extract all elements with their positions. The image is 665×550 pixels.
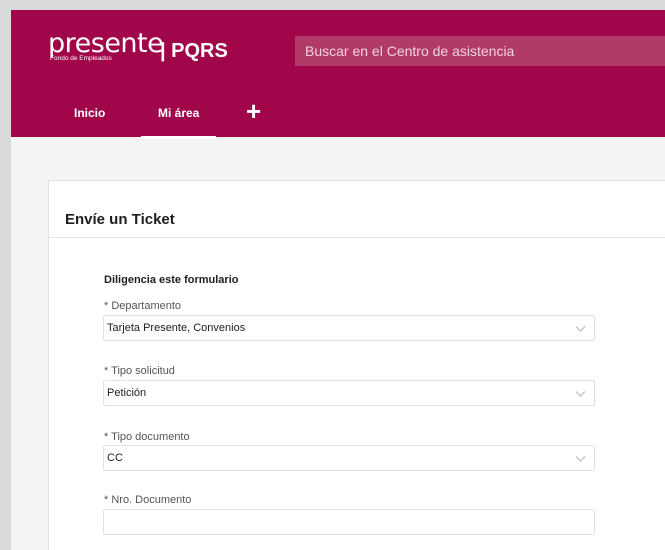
card-divider bbox=[49, 237, 665, 238]
form-title: Diligencia este formulario bbox=[104, 274, 239, 286]
chevron-down-icon bbox=[575, 326, 586, 332]
logo-subtitle: Fondo de Empleados bbox=[50, 55, 112, 62]
tipo-solicitud-select[interactable]: Petición bbox=[103, 380, 595, 406]
tipo-solicitud-label: * Tipo solicitud bbox=[104, 365, 175, 377]
ticket-card: Envíe un Ticket Diligencia este formular… bbox=[48, 180, 665, 550]
app-window: presente Fondo de Empleados | PQRS Inici… bbox=[11, 10, 665, 550]
presente-logo[interactable]: presente Fondo de Empleados bbox=[48, 28, 164, 63]
tipo-documento-select[interactable]: CC bbox=[103, 445, 595, 471]
departamento-select[interactable]: Tarjeta Presente, Convenios bbox=[103, 315, 595, 341]
tipo-documento-value: CC bbox=[107, 452, 123, 464]
chevron-down-icon bbox=[575, 456, 586, 462]
section-title: | PQRS bbox=[160, 40, 228, 62]
nav-item-mi-area[interactable]: Mi área bbox=[140, 102, 217, 139]
chevron-down-icon bbox=[575, 391, 586, 397]
tipo-documento-label: * Tipo documento bbox=[104, 431, 190, 443]
nro-documento-input[interactable] bbox=[103, 509, 595, 535]
nro-documento-label: * Nro. Documento bbox=[104, 494, 192, 506]
header-bar: presente Fondo de Empleados | PQRS Inici… bbox=[11, 10, 665, 139]
nav-item-inicio[interactable]: Inicio bbox=[74, 102, 105, 139]
departamento-value: Tarjeta Presente, Convenios bbox=[107, 322, 246, 334]
departamento-label: * Departamento bbox=[104, 300, 182, 312]
logo-wordmark: presente bbox=[48, 28, 164, 59]
plus-icon[interactable]: + bbox=[246, 98, 261, 124]
tipo-solicitud-value: Petición bbox=[107, 387, 147, 399]
card-title: Envíe un Ticket bbox=[65, 211, 175, 228]
search-input[interactable] bbox=[295, 36, 665, 66]
